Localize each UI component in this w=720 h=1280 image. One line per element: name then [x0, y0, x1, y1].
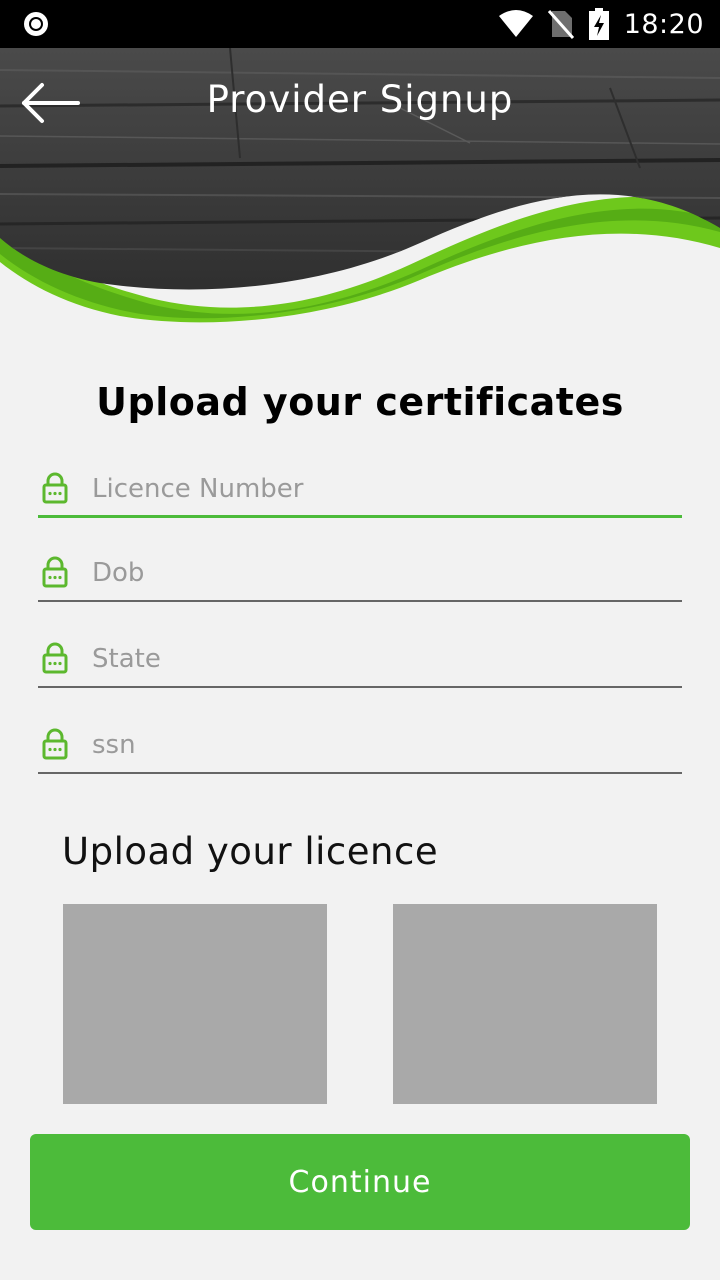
page-title: Provider Signup: [206, 78, 514, 121]
lock-icon: [42, 642, 68, 674]
licence-number-field: [38, 462, 682, 518]
dob-field: [38, 546, 682, 602]
lock-icon: [42, 472, 68, 504]
ssn-input[interactable]: [92, 718, 678, 772]
licence-number-input[interactable]: [92, 462, 678, 516]
field-underline: [38, 772, 682, 774]
wifi-icon: [498, 10, 533, 37]
header-banner: Provider Signup: [0, 48, 720, 338]
lock-icon: [42, 728, 68, 760]
licence-heading: Upload your licence: [62, 830, 439, 873]
field-underline: [38, 600, 682, 602]
no-sim-icon: [547, 10, 574, 39]
continue-button[interactable]: Continue: [30, 1134, 690, 1230]
licence-upload-front[interactable]: [63, 904, 327, 1104]
field-underline: [38, 515, 682, 518]
state-field: [38, 632, 682, 688]
ssn-field: [38, 718, 682, 774]
state-input[interactable]: [92, 632, 678, 686]
clock: 18:20: [623, 8, 704, 40]
provider-signup-screen: 18:20 Provider Signup Upload your certif…: [0, 0, 720, 1280]
licence-upload-back[interactable]: [393, 904, 657, 1104]
status-bar: 18:20: [0, 0, 720, 48]
dob-input[interactable]: [92, 546, 678, 600]
battery-charging-icon: [588, 8, 609, 40]
lock-icon: [42, 556, 68, 588]
certificates-heading: Upload your certificates: [96, 380, 624, 424]
record-icon: [24, 12, 48, 36]
field-underline: [38, 686, 682, 688]
